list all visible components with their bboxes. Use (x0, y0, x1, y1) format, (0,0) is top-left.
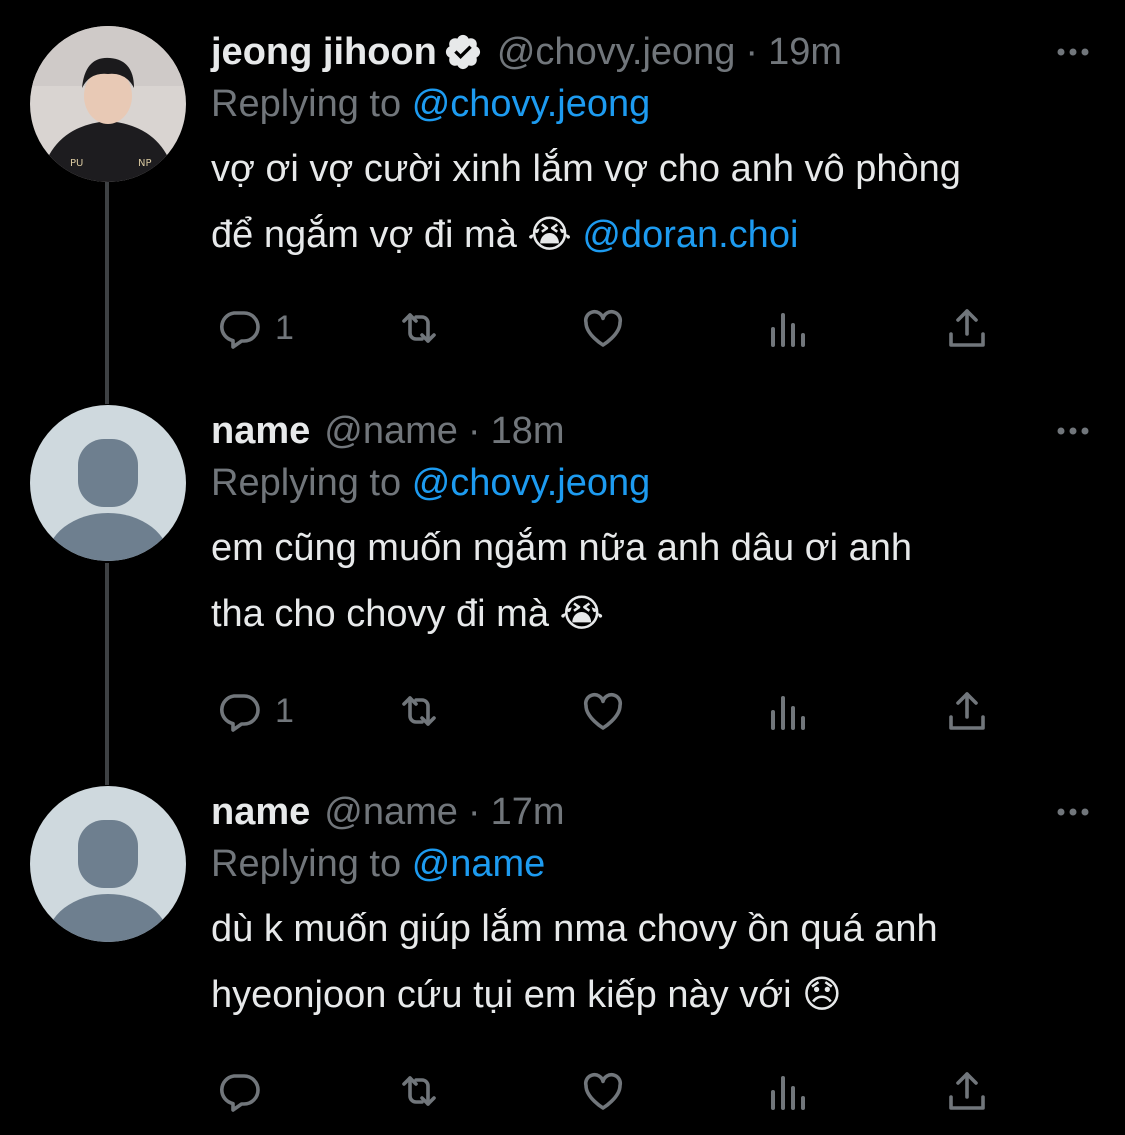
handle[interactable]: @name (324, 791, 458, 834)
text-mention[interactable]: @doran.choi (582, 214, 798, 256)
more-icon[interactable] (1053, 411, 1093, 451)
retweet-button[interactable] (395, 1063, 443, 1119)
display-name[interactable]: jeong jihoon (211, 31, 437, 74)
default-avatar-icon (30, 786, 186, 942)
tweet-text: em cũng muốn ngắm nữa anh dâu ơi anh tha… (211, 527, 913, 635)
share-icon (949, 309, 985, 347)
analytics-button[interactable] (763, 300, 811, 356)
timestamp[interactable]: 18m (491, 410, 565, 453)
replying-to: Replying to @name (211, 840, 1095, 888)
like-icon (583, 309, 623, 347)
retweet-icon (402, 1076, 436, 1106)
retweet-icon (402, 313, 436, 343)
profile-photo: PU NP (30, 26, 186, 182)
replying-to: Replying to @chovy.jeong (211, 459, 1095, 507)
handle[interactable]: @chovy.jeong (497, 31, 736, 74)
reply-icon (220, 694, 260, 732)
like-icon (583, 1072, 623, 1110)
handle[interactable]: @name (324, 410, 458, 453)
reply-button[interactable] (215, 1063, 275, 1119)
like-icon (583, 692, 623, 730)
display-name[interactable]: name (211, 791, 310, 834)
tweet-2[interactable]: name @name · 18m Replying to @chovy.jeon… (0, 405, 1125, 755)
action-bar: 1 (211, 683, 1001, 739)
avatar[interactable]: PU NP (30, 26, 186, 182)
jacket-print: NP (138, 158, 152, 169)
share-icon (949, 692, 985, 730)
reply-icon (220, 1074, 260, 1112)
tweet-3[interactable]: name @name · 17m Replying to @name dù k … (0, 786, 1125, 1135)
reply-icon (220, 311, 260, 349)
reply-button[interactable]: 1 (215, 683, 294, 739)
like-button[interactable] (579, 683, 627, 739)
retweet-button[interactable] (395, 683, 443, 739)
analytics-icon (771, 696, 805, 730)
reply-button[interactable]: 1 (215, 300, 294, 356)
jacket-print: PU (70, 158, 83, 169)
like-button[interactable] (579, 1063, 627, 1119)
like-button[interactable] (579, 300, 627, 356)
replying-prefix: Replying to (211, 83, 402, 125)
replying-mention[interactable]: @chovy.jeong (412, 462, 651, 504)
timestamp[interactable]: 17m (491, 791, 565, 834)
replying-mention[interactable]: @chovy.jeong (412, 83, 651, 125)
action-bar (211, 1063, 1001, 1119)
replying-mention[interactable]: @name (412, 843, 546, 885)
separator: · (467, 409, 481, 452)
display-name[interactable]: name (211, 410, 310, 453)
verified-icon (445, 34, 480, 70)
tweet-1[interactable]: PU NP jeong jihoon @chovy.jeong · 19m Re… (0, 0, 1125, 380)
share-icon (949, 1072, 985, 1110)
timestamp[interactable]: 19m (768, 31, 842, 74)
share-button[interactable] (943, 300, 991, 356)
tweet-text: vợ ơi vợ cười xinh lắm vợ cho anh vô phò… (211, 136, 1095, 268)
avatar[interactable] (30, 405, 186, 561)
reply-count: 1 (275, 308, 294, 347)
retweet-button[interactable] (395, 300, 443, 356)
more-icon[interactable] (1053, 32, 1093, 72)
analytics-icon (771, 1076, 805, 1110)
retweet-icon (402, 696, 436, 726)
reply-count: 1 (275, 691, 294, 730)
share-button[interactable] (943, 683, 991, 739)
more-icon[interactable] (1053, 792, 1093, 832)
replying-to: Replying to @chovy.jeong (211, 80, 1095, 128)
action-bar: 1 (211, 300, 1001, 356)
analytics-button[interactable] (763, 1063, 811, 1119)
separator: · (745, 30, 759, 73)
tweet-text: dù k muốn giúp lắm nma chovy ồn quá anh … (211, 908, 938, 1016)
separator: · (467, 790, 481, 833)
replying-prefix: Replying to (211, 843, 402, 885)
default-avatar-icon (30, 405, 186, 561)
avatar[interactable] (30, 786, 186, 942)
analytics-button[interactable] (763, 683, 811, 739)
replying-prefix: Replying to (211, 462, 402, 504)
analytics-icon (771, 313, 805, 347)
share-button[interactable] (943, 1063, 991, 1119)
